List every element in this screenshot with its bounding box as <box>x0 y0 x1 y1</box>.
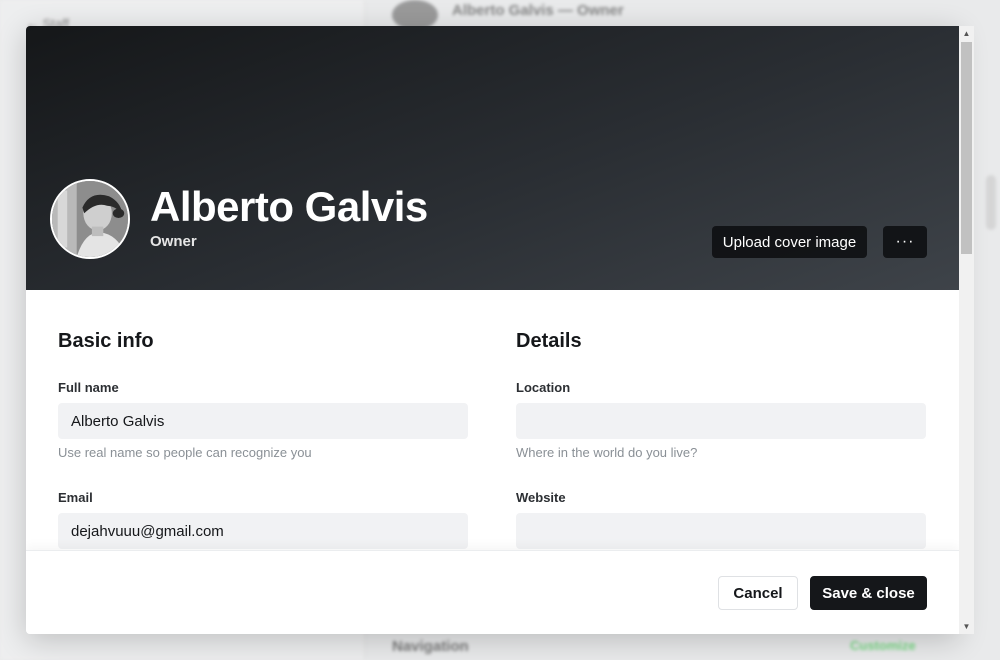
full-name-hint: Use real name so people can recognize yo… <box>58 445 312 460</box>
background-customize-link: Customize <box>850 638 916 653</box>
location-label: Location <box>516 380 571 395</box>
more-horizontal-icon: ··· <box>895 233 915 250</box>
modal-scrollbar[interactable]: ▲ ▼ <box>959 26 974 634</box>
chevron-down-icon[interactable]: ▼ <box>959 619 974 634</box>
email-label: Email <box>58 490 93 505</box>
website-input[interactable] <box>516 513 926 549</box>
email-input[interactable] <box>58 513 468 549</box>
full-name-label: Full name <box>58 380 119 395</box>
settings-content[interactable]: Basic info Full name Use real name so pe… <box>26 290 959 550</box>
profile-role: Owner <box>150 233 197 250</box>
avatar[interactable] <box>50 179 130 259</box>
full-name-input[interactable] <box>58 403 468 439</box>
save-and-close-button[interactable]: Save & close <box>810 576 927 610</box>
chevron-up-icon[interactable]: ▲ <box>959 26 974 41</box>
details-title: Details <box>516 330 582 352</box>
background-header: Alberto Galvis — Owner <box>452 2 624 19</box>
cover-image: Alberto Galvis Owner Upload cover image … <box>26 26 959 290</box>
modal-footer: Cancel Save & close <box>26 550 959 634</box>
background-scrollbar <box>986 175 996 230</box>
avatar-photo <box>52 181 128 257</box>
basic-info-title: Basic info <box>58 330 154 352</box>
location-input[interactable] <box>516 403 926 439</box>
location-hint: Where in the world do you live? <box>516 445 698 460</box>
profile-name: Alberto Galvis <box>150 183 428 230</box>
cancel-button[interactable]: Cancel <box>718 576 798 610</box>
scrollbar-thumb[interactable] <box>961 42 972 254</box>
more-actions-button[interactable]: ··· <box>883 226 927 258</box>
background-nav-title: Navigation <box>392 638 469 655</box>
website-label: Website <box>516 490 566 505</box>
profile-modal: Alberto Galvis Owner Upload cover image … <box>26 26 959 634</box>
upload-cover-image-button[interactable]: Upload cover image <box>712 226 867 258</box>
